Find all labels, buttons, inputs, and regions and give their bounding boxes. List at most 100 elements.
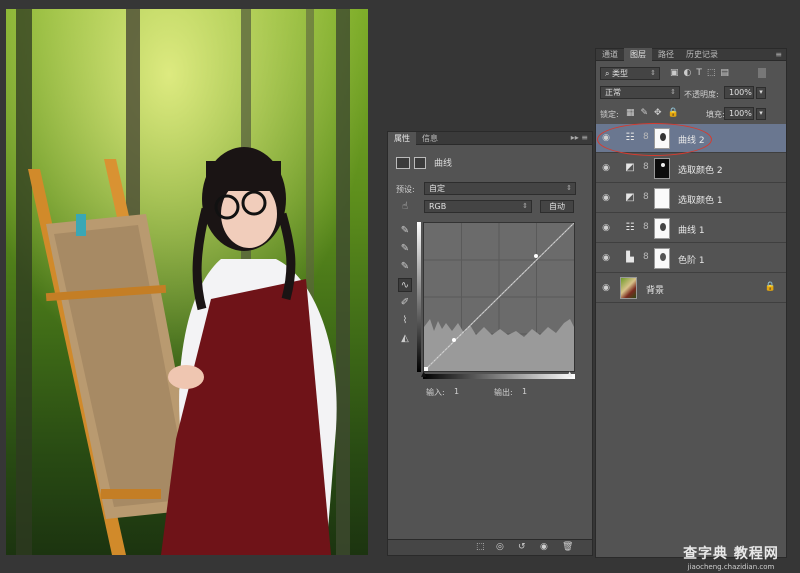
layer-name: 选取颜色 2 <box>678 166 723 176</box>
layer-row-selective-color-1[interactable]: ◉ ◩ 8 选取颜色 1 <box>596 184 786 213</box>
opacity-input[interactable]: 100% <box>724 86 754 99</box>
link-icon: 8 <box>643 192 649 202</box>
link-icon: 8 <box>643 162 649 172</box>
curves-graph-svg <box>423 222 575 372</box>
output-value: 1 <box>522 387 528 396</box>
watermark-line-2: jiaocheng.chazidian.com <box>687 563 775 571</box>
clip-to-layer-icon[interactable]: ⬚ <box>476 542 485 552</box>
layer-mask-thumbnail[interactable] <box>654 158 670 179</box>
link-icon: 8 <box>643 222 649 232</box>
layers-tabbar: 通道 图层 路径 历史记录 ≡ <box>596 48 786 61</box>
input-gradient-bar <box>423 374 575 379</box>
tab-paths[interactable]: 路径 <box>652 48 680 61</box>
background-thumbnail[interactable] <box>620 277 637 299</box>
eye-icon[interactable]: ◉ <box>601 163 611 173</box>
lock-label: 锁定: <box>600 110 619 119</box>
auto-label: 自动 <box>549 202 565 211</box>
pencil-tool-icon[interactable]: ✐ <box>398 296 412 310</box>
eye-icon[interactable]: ◉ <box>601 253 611 263</box>
blend-mode-value: 正常 <box>605 88 621 97</box>
layer-mask-thumbnail[interactable] <box>654 188 670 209</box>
filter-value: 类型 <box>612 69 629 78</box>
trash-icon[interactable]: 🗑 <box>562 542 573 552</box>
view-previous-icon[interactable]: ◎ <box>496 542 504 552</box>
fill-value: 100% <box>729 109 752 118</box>
selective-color-icon: ◩ <box>625 162 635 173</box>
layer-mask-thumbnail[interactable] <box>654 248 670 269</box>
tab-history[interactable]: 历史记录 <box>680 48 724 61</box>
eye-icon[interactable]: ◉ <box>601 193 611 203</box>
opacity-label: 不透明度: <box>684 90 719 99</box>
chevron-down-icon: ⇕ <box>522 202 528 210</box>
fill-slider-button[interactable]: ▾ <box>756 108 766 120</box>
properties-panel: 属性 信息 ▸▸ ≡ 曲线 预设: 自定 ⇕ ☝ RGB ⇕ 自动 ✎ ✎ ✎ … <box>387 131 593 556</box>
lock-icon[interactable]: 🔒 <box>765 282 776 292</box>
clipping-warning-icon[interactable]: ◭ <box>398 332 412 346</box>
eye-icon[interactable]: ◉ <box>601 223 611 233</box>
channel-value: RGB <box>429 202 447 211</box>
auto-button[interactable]: 自动 <box>540 200 574 213</box>
preset-value: 自定 <box>429 184 445 193</box>
black-slider-handle[interactable]: ▲ <box>421 370 426 378</box>
tab-channels[interactable]: 通道 <box>596 48 624 61</box>
input-value: 1 <box>454 387 460 396</box>
layer-mask-thumbnail[interactable] <box>654 218 670 239</box>
opacity-slider-button[interactable]: ▾ <box>756 87 766 99</box>
canvas-photo <box>6 9 368 555</box>
tab-properties[interactable]: 属性 <box>388 131 416 145</box>
properties-bottom-bar: ⬚ ◎ ↺ ◉ 🗑 <box>388 539 592 555</box>
photo-artwork <box>6 9 368 555</box>
layer-filter-icons[interactable]: ▣◐T⬚▤ <box>670 68 734 78</box>
layer-row-curves-1[interactable]: ◉ ☷ 8 曲线 1 <box>596 214 786 243</box>
properties-tabbar: 属性 信息 ▸▸ ≡ <box>388 131 592 145</box>
input-label: 输入: <box>426 388 445 397</box>
white-slider-handle[interactable]: ▲ <box>567 370 572 378</box>
preset-dropdown[interactable]: 自定 ⇕ <box>424 182 576 195</box>
blend-mode-dropdown[interactable]: 正常 ⇕ <box>600 86 680 99</box>
layer-row-background[interactable]: ◉ 背景 🔒 <box>596 274 786 303</box>
tab-layers[interactable]: 图层 <box>624 48 652 61</box>
properties-title: 曲线 <box>434 159 453 169</box>
layer-filter-dropdown[interactable]: ⌕ 类型 ⇕ <box>600 67 660 80</box>
curve-point-lower[interactable] <box>452 338 456 342</box>
visibility-icon[interactable]: ◉ <box>540 542 548 552</box>
channel-dropdown[interactable]: RGB ⇕ <box>424 200 532 213</box>
layer-name: 曲线 1 <box>678 226 705 236</box>
eyedropper-white-icon[interactable]: ✎ <box>398 260 412 274</box>
curve-point-tool-icon[interactable]: ∿ <box>398 278 412 292</box>
layer-name: 选取颜色 1 <box>678 196 723 206</box>
chevron-down-icon: ⇕ <box>650 69 656 77</box>
curves-graph[interactable] <box>423 222 575 372</box>
filter-toggle[interactable] <box>758 68 766 78</box>
levels-adjustment-icon: ▙ <box>626 252 634 263</box>
lock-icons[interactable]: ▦✎✥🔒 <box>626 108 685 118</box>
eye-icon[interactable]: ◉ <box>601 283 611 293</box>
search-icon: ⌕ <box>605 69 613 78</box>
mask-icon[interactable] <box>414 156 426 169</box>
link-icon: 8 <box>643 252 649 262</box>
opacity-value: 100% <box>729 88 752 97</box>
eyedropper-gray-icon[interactable]: ✎ <box>398 242 412 256</box>
reset-icon[interactable]: ↺ <box>518 542 526 552</box>
selective-color-icon: ◩ <box>625 192 635 203</box>
hand-target-icon[interactable]: ☝ <box>398 200 412 214</box>
watermark-bottom: 查字典 教程网 jiaocheng.chazidian.com <box>666 543 796 571</box>
output-label: 输出: <box>494 388 513 397</box>
layer-row-levels-1[interactable]: ◉ ▙ 8 色阶 1 <box>596 244 786 273</box>
tab-info[interactable]: 信息 <box>416 132 444 145</box>
panel-menu-icon[interactable]: ≡ <box>775 50 782 59</box>
fill-label: 填充: <box>706 110 725 119</box>
panel-menu-icon[interactable]: ▸▸ ≡ <box>571 133 588 142</box>
watermark-top <box>648 2 794 22</box>
layer-row-selective-color-2[interactable]: ◉ ◩ 8 选取颜色 2 <box>596 154 786 183</box>
eyedropper-black-icon[interactable]: ✎ <box>398 224 412 238</box>
smooth-icon[interactable]: ⌇ <box>398 314 412 328</box>
curves-adjustment-icon: ☷ <box>625 222 635 233</box>
chevron-down-icon: ⇕ <box>670 88 676 96</box>
highlight-circle-annotation <box>597 123 712 156</box>
curve-point-upper[interactable] <box>534 254 538 258</box>
layer-name: 色阶 1 <box>678 256 705 266</box>
fill-input[interactable]: 100% <box>724 107 754 120</box>
preset-label: 预设: <box>396 185 415 194</box>
layer-name: 背景 <box>646 286 665 296</box>
